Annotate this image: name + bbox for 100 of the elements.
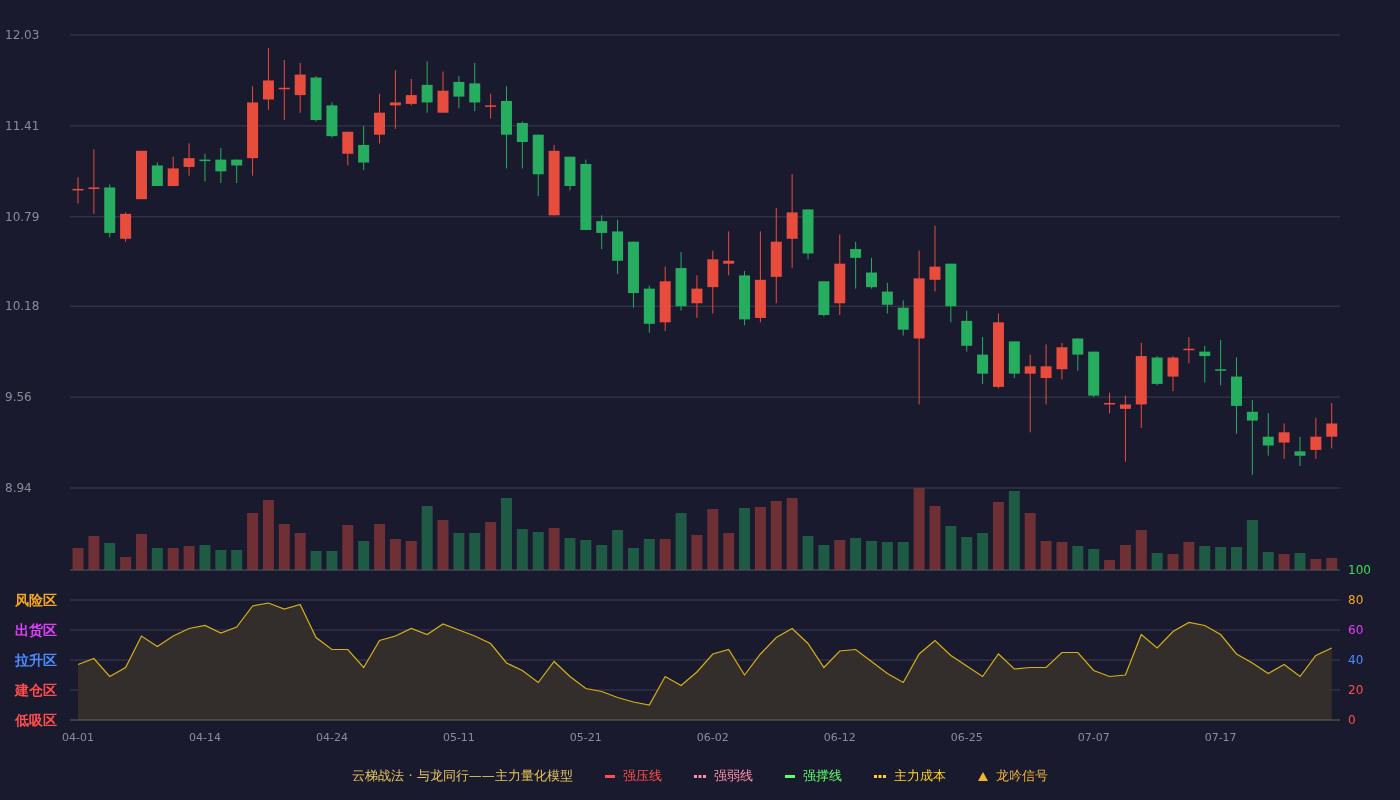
candlestick	[262, 47, 274, 111]
candlestick	[739, 270, 751, 326]
candlestick	[516, 121, 528, 169]
candlestick	[421, 60, 433, 114]
candlestick	[1310, 417, 1322, 460]
legend-item[interactable]: 强撑线	[784, 766, 842, 786]
candlestick	[977, 336, 989, 385]
date-label: 04-14	[189, 731, 221, 744]
volume-bar	[1167, 554, 1179, 570]
date-label: 04-24	[315, 731, 348, 744]
volume-bar	[945, 526, 957, 570]
candlestick	[866, 257, 877, 290]
candlestick	[1326, 402, 1338, 449]
volume-bar	[754, 507, 766, 570]
axis-label: 8.94	[5, 481, 32, 495]
solid-line-icon	[784, 774, 795, 778]
volume-bar	[88, 536, 100, 570]
volume-bar	[389, 539, 401, 570]
axis-label: 9.56	[5, 390, 32, 405]
candlestick	[1278, 423, 1290, 460]
volume-bar	[199, 545, 211, 570]
volume-bar	[1310, 559, 1322, 570]
volume-bar	[501, 498, 512, 570]
volume-bar	[215, 550, 227, 570]
candlestick	[659, 266, 671, 332]
volume-bar	[72, 548, 84, 570]
volume-bar	[929, 506, 941, 570]
zone-label: 低吸区	[15, 712, 57, 728]
volume-bar	[723, 533, 735, 570]
candlestick	[612, 219, 624, 275]
axis-label: 10.79	[5, 209, 40, 224]
volume-bar	[453, 533, 465, 570]
candlestick	[897, 299, 909, 337]
volume-bar	[1151, 553, 1163, 570]
candlestick	[469, 62, 481, 112]
axis-label: 40	[1348, 653, 1364, 667]
candlestick	[215, 147, 227, 184]
volume-bar	[136, 534, 147, 570]
legend-item[interactable]: 强压线	[604, 766, 662, 786]
candlestick	[310, 75, 322, 122]
candlestick	[1119, 395, 1131, 463]
volume-bar	[532, 532, 544, 570]
candlestick	[453, 75, 465, 109]
date-label: 04-01	[62, 731, 94, 744]
volume-bar	[262, 500, 274, 570]
volume-bar	[866, 541, 877, 570]
candlestick	[167, 156, 179, 187]
candlestick	[1008, 340, 1020, 379]
volume-bar	[358, 541, 370, 570]
axis-label: 10.18	[5, 299, 40, 314]
volume-bar	[850, 538, 862, 570]
candlestick	[961, 310, 973, 353]
volume-bar	[1119, 545, 1131, 570]
candlestick	[675, 251, 687, 312]
volume-bar	[485, 522, 497, 570]
candlestick	[1183, 336, 1195, 364]
candlestick	[850, 241, 862, 290]
volume-bar	[786, 498, 798, 570]
axis-label: 11.41	[5, 118, 40, 133]
candlestick	[374, 93, 386, 144]
legend-item[interactable]: 主力成本	[873, 766, 946, 786]
volume-bar	[1088, 549, 1100, 570]
candlestick	[120, 211, 132, 243]
triangle-icon	[977, 771, 988, 781]
volume-bar	[104, 543, 116, 570]
candlestick	[278, 59, 290, 121]
volume-bar	[183, 546, 195, 570]
candlestick	[723, 230, 735, 276]
candlestick	[72, 176, 84, 205]
candlestick	[1072, 337, 1084, 372]
date-label: 05-21	[569, 731, 602, 744]
volume-bar	[834, 540, 846, 570]
solid-line-icon	[604, 774, 615, 778]
legend-item[interactable]: 强弱线	[693, 766, 753, 786]
candlestick	[945, 263, 957, 323]
candlestick	[532, 134, 544, 197]
volume-bar	[1262, 552, 1274, 570]
date-label: 06-12	[823, 731, 856, 744]
volume-bar	[992, 502, 1004, 570]
candlestick	[1104, 392, 1116, 414]
volume-bar	[675, 513, 687, 570]
volume-bar	[421, 506, 433, 570]
volume-bar	[294, 533, 306, 570]
candlestick	[199, 153, 211, 183]
volume-bar	[167, 548, 179, 570]
volume-bar	[231, 550, 243, 570]
candlestick	[1262, 412, 1274, 457]
volume-bar	[342, 525, 354, 570]
legend-item[interactable]: 龙吟信号	[977, 766, 1048, 786]
zone-label: 拉升区	[15, 652, 57, 668]
axis-label: 0	[1348, 713, 1356, 727]
volume-bar	[596, 545, 608, 570]
axis-label: 12.03	[5, 28, 40, 42]
axis-label: 80	[1348, 593, 1364, 607]
volume-bar	[1294, 553, 1306, 570]
volume-bar	[1231, 547, 1242, 570]
candlestick	[596, 214, 608, 250]
volume-bar	[548, 528, 560, 570]
candlestick	[1088, 351, 1100, 398]
date-label: 06-25	[950, 731, 983, 744]
